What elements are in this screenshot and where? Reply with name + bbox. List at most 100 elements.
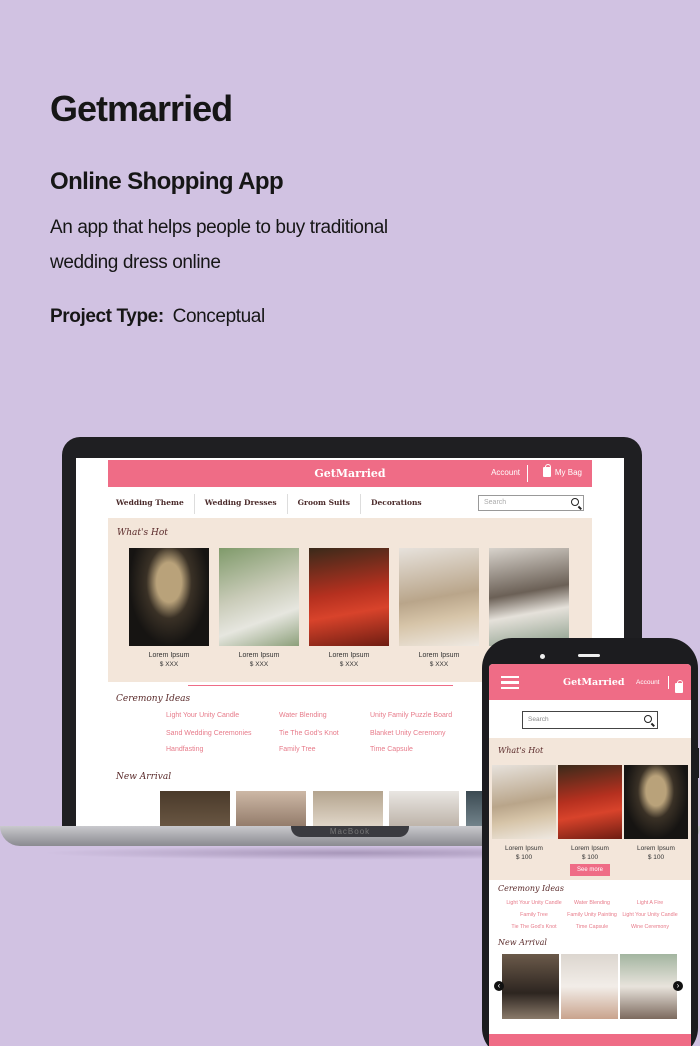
phone-camera: [540, 654, 545, 659]
product-image: [558, 765, 622, 839]
product-card[interactable]: Lorem Ipsum $ 100: [558, 765, 622, 861]
mobile-whats-hot-title: What's Hot: [498, 746, 544, 755]
product-card[interactable]: [489, 548, 569, 646]
ceremony-link[interactable]: Handfasting: [166, 746, 203, 753]
mobile-header-divider: [668, 676, 669, 689]
search-placeholder: Search: [484, 499, 507, 506]
category-nav: Wedding Theme Wedding Dresses Groom Suit…: [108, 494, 432, 514]
product-card[interactable]: Lorem Ipsum $ XXX: [219, 548, 299, 668]
whats-hot-title: What's Hot: [117, 528, 168, 538]
see-more-button[interactable]: See more: [570, 864, 610, 876]
product-price: $ 100: [581, 854, 599, 861]
new-arrival-image[interactable]: [502, 954, 559, 1019]
new-arrival-image[interactable]: [313, 791, 383, 826]
product-image: [309, 548, 389, 646]
product-name: Lorem Ipsum: [571, 845, 609, 852]
product-card[interactable]: Lorem Ipsum $ 100: [624, 765, 688, 861]
arrow-left-icon[interactable]: ‹: [494, 981, 504, 991]
product-image: [219, 548, 299, 646]
hamburger-menu-icon[interactable]: [501, 676, 519, 689]
mobile-search-placeholder: Search: [528, 716, 549, 723]
ceremony-link[interactable]: Family Tree: [279, 746, 316, 753]
mobile-search-input[interactable]: Search: [522, 711, 658, 729]
ceremony-link[interactable]: Light Your Unity Candle: [166, 712, 239, 719]
page-title: Getmarried: [50, 88, 233, 129]
project-subtitle: Online Shopping App: [50, 168, 284, 195]
product-price: $ 100: [515, 854, 533, 861]
ceremony-link[interactable]: Water Blending: [559, 900, 625, 906]
mobile-account-link[interactable]: Account: [636, 679, 660, 686]
ceremony-link[interactable]: Blanket Unity Ceremony: [370, 730, 445, 737]
mobile-bag-button[interactable]: [675, 678, 687, 696]
mobile-logo[interactable]: GetMarried: [563, 677, 625, 688]
product-card[interactable]: Lorem Ipsum $ XXX: [309, 548, 389, 668]
product-name: Lorem Ipsum: [637, 845, 675, 852]
new-arrival-image[interactable]: [389, 791, 459, 826]
ceremony-link[interactable]: Family Unity Painting: [559, 912, 625, 918]
search-icon[interactable]: [644, 715, 652, 723]
product-price: $ XXX: [159, 661, 179, 668]
product-card[interactable]: Lorem Ipsum $ XXX: [399, 548, 479, 668]
product-card[interactable]: Lorem Ipsum $ XXX: [129, 548, 209, 668]
mobile-ceremony-ideas-title: Ceremony Ideas: [498, 884, 564, 893]
ceremony-link[interactable]: Time Capsule: [559, 924, 625, 930]
nav-groom-suits[interactable]: Groom Suits: [288, 494, 361, 514]
product-card[interactable]: Lorem Ipsum $ 100: [492, 765, 556, 861]
search-icon[interactable]: [571, 498, 579, 506]
mobile-footer-bar: [489, 1034, 691, 1046]
new-arrival-title: New Arrival: [116, 772, 172, 782]
nav-wedding-theme[interactable]: Wedding Theme: [108, 494, 195, 514]
section-divider: [188, 685, 453, 686]
my-bag-button[interactable]: My Bag: [542, 464, 582, 477]
shopping-bag-icon: [542, 464, 551, 477]
new-arrival-image[interactable]: [561, 954, 618, 1019]
phone-speaker: [578, 654, 600, 657]
product-image: [624, 765, 688, 839]
product-price: $ XXX: [249, 661, 269, 668]
product-name: Lorem Ipsum: [148, 652, 190, 659]
mobile-header: GetMarried Account: [489, 664, 691, 700]
ceremony-link[interactable]: Sand Wedding Ceremonies: [166, 730, 251, 737]
ceremony-link[interactable]: Light Your Unity Candle: [617, 912, 683, 918]
product-name: Lorem Ipsum: [418, 652, 460, 659]
nav-decorations[interactable]: Decorations: [361, 494, 432, 514]
product-price: $ 100: [647, 854, 665, 861]
product-image: [489, 548, 569, 646]
arrow-right-icon[interactable]: ›: [673, 981, 683, 991]
account-link[interactable]: Account: [491, 468, 520, 477]
mobile-whats-hot-section: What's Hot Lorem Ipsum $ 100 Lorem Ipsum…: [489, 738, 691, 880]
shopping-bag-icon: [675, 680, 683, 693]
ceremony-link[interactable]: Wine Ceremony: [617, 924, 683, 930]
ceremony-link[interactable]: Tie The God's Knot: [501, 924, 567, 930]
product-price: $ XXX: [429, 661, 449, 668]
product-image: [129, 548, 209, 646]
phone-screen: GetMarried Account Search What's Hot Lor…: [489, 664, 691, 1046]
ceremony-link[interactable]: Light Your Unity Candle: [501, 900, 567, 906]
ceremony-link[interactable]: Unity Family Puzzle Board: [370, 712, 452, 719]
laptop-brand-label: MacBook: [291, 826, 409, 837]
phone-side-button: [696, 748, 699, 778]
site-header: GetMarried Account My Bag: [108, 460, 592, 487]
product-image: [492, 765, 556, 839]
new-arrival-image[interactable]: [620, 954, 677, 1019]
ceremony-ideas-title: Ceremony Ideas: [116, 694, 191, 704]
project-type-label: Project Type:: [50, 306, 164, 327]
ceremony-link[interactable]: Time Capsule: [370, 746, 413, 753]
project-type: Project Type: Conceptual: [50, 306, 265, 328]
ceremony-link[interactable]: Family Tree: [501, 912, 567, 918]
project-type-value: Conceptual: [172, 306, 266, 327]
new-arrival-image[interactable]: [160, 791, 230, 826]
new-arrival-image[interactable]: [236, 791, 306, 826]
project-description: An app that helps people to buy traditio…: [50, 217, 388, 273]
product-name: Lorem Ipsum: [505, 845, 543, 852]
ceremony-link[interactable]: Tie The God's Knot: [279, 730, 339, 737]
ceremony-link[interactable]: Water Blending: [279, 712, 327, 719]
product-name: Lorem Ipsum: [328, 652, 370, 659]
mobile-new-arrival-title: New Arrival: [498, 938, 547, 947]
ceremony-link[interactable]: Light A Fire: [617, 900, 683, 906]
product-image: [399, 548, 479, 646]
nav-wedding-dresses[interactable]: Wedding Dresses: [195, 494, 288, 514]
search-input[interactable]: Search: [478, 495, 584, 511]
product-name: Lorem Ipsum: [238, 652, 280, 659]
product-price: $ XXX: [339, 661, 359, 668]
